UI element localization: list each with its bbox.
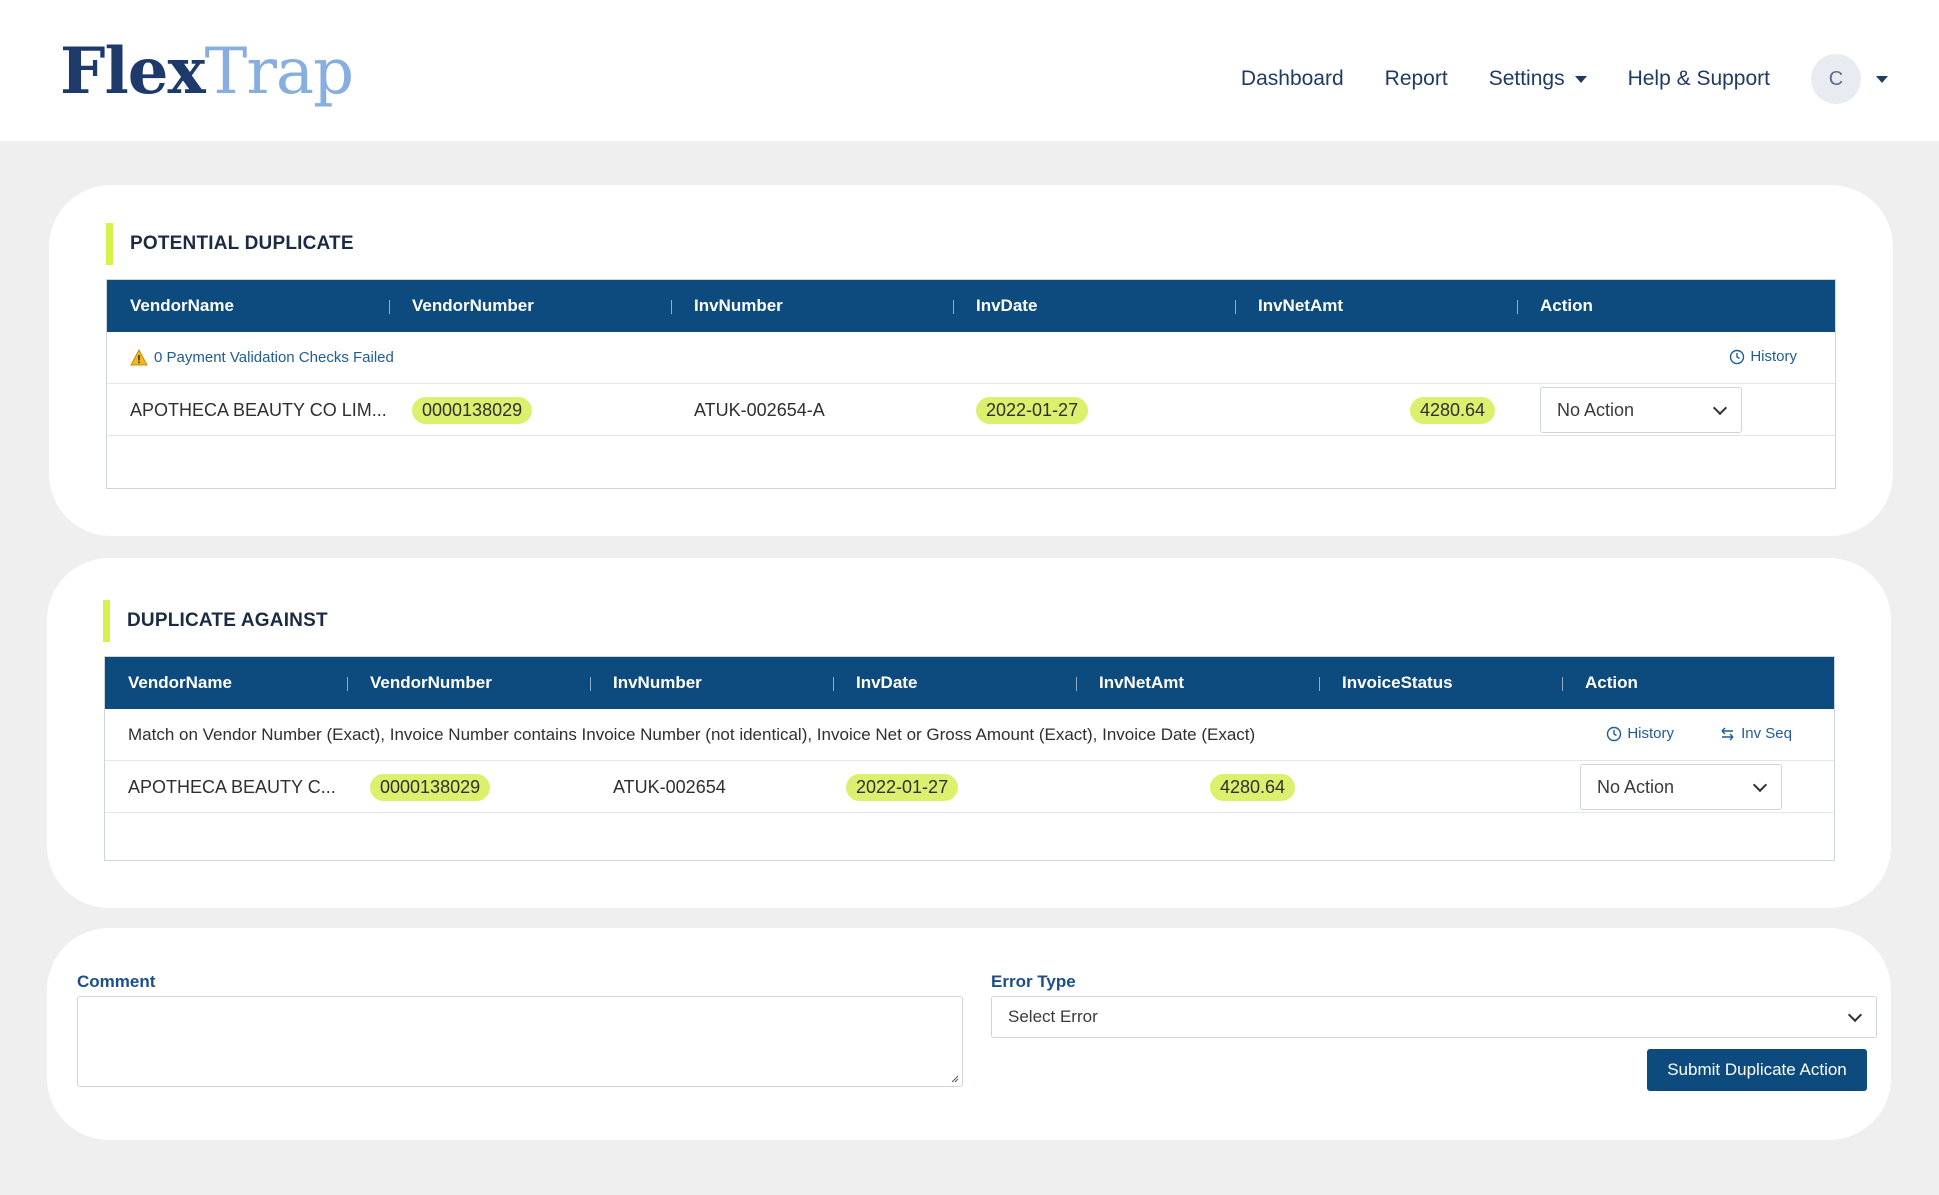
column-header[interactable]: InvoiceStatus bbox=[1319, 657, 1562, 709]
table-header: VendorName VendorNumber InvNumber InvDat… bbox=[107, 280, 1835, 332]
inv-date-cell: 2022-01-27 bbox=[976, 396, 1089, 424]
nav-help-support[interactable]: Help & Support bbox=[1628, 67, 1770, 91]
user-menu-caret-icon[interactable] bbox=[1876, 75, 1888, 83]
inv-seq-label: Inv Seq bbox=[1741, 725, 1792, 742]
inv-date-cell: 2022-01-27 bbox=[846, 773, 959, 801]
vendor-name-cell: APOTHECA BEAUTY C... bbox=[128, 776, 336, 797]
main-nav: Dashboard Report Settings Help & Support… bbox=[1241, 54, 1939, 104]
nav-settings-dropdown[interactable]: Settings bbox=[1489, 67, 1587, 91]
validation-info-row: 0 Payment Validation Checks Failed Histo… bbox=[107, 332, 1835, 384]
nav-report[interactable]: Report bbox=[1385, 67, 1448, 91]
column-header[interactable]: InvDate bbox=[833, 657, 1076, 709]
error-type-label: Error Type bbox=[991, 972, 1076, 991]
history-link[interactable]: History bbox=[1729, 348, 1797, 365]
column-header[interactable]: VendorNumber bbox=[347, 657, 590, 709]
column-header[interactable]: Action bbox=[1562, 657, 1834, 709]
nav-settings-label: Settings bbox=[1488, 67, 1565, 90]
potential-duplicate-table: VendorName VendorNumber InvNumber InvDat… bbox=[106, 279, 1836, 489]
vendor-number-cell: 0000138029 bbox=[370, 773, 491, 801]
comment-form-card: Comment Error Type Select Error Submit D… bbox=[47, 928, 1891, 1140]
duplicate-against-table: VendorName VendorNumber InvNumber InvDat… bbox=[104, 656, 1835, 861]
column-header[interactable]: InvNetAmt bbox=[1235, 280, 1517, 332]
validation-warning-text: 0 Payment Validation Checks Failed bbox=[154, 349, 394, 366]
action-select[interactable]: No Action bbox=[1540, 387, 1742, 433]
history-label: History bbox=[1627, 725, 1674, 742]
action-select[interactable]: No Action bbox=[1580, 764, 1782, 810]
table-header: VendorName VendorNumber InvNumber InvDat… bbox=[105, 657, 1834, 709]
logo-text-flex: Flex bbox=[60, 34, 206, 109]
column-header[interactable]: VendorNumber bbox=[389, 280, 671, 332]
column-header[interactable]: Action bbox=[1517, 280, 1835, 332]
history-label: History bbox=[1750, 348, 1797, 365]
match-criteria-text: Match on Vendor Number (Exact), Invoice … bbox=[128, 724, 1256, 744]
logo-text-trap: Trap bbox=[204, 35, 354, 109]
inv-net-amt-cell: 4280.64 bbox=[1410, 396, 1496, 424]
inv-number-cell: ATUK-002654-A bbox=[694, 399, 825, 420]
error-type-select[interactable]: Select Error bbox=[991, 996, 1877, 1038]
clock-icon bbox=[1730, 349, 1745, 364]
match-info-row: Match on Vendor Number (Exact), Invoice … bbox=[105, 709, 1834, 761]
action-select-value: No Action bbox=[1557, 399, 1635, 420]
history-link[interactable]: History bbox=[1606, 725, 1674, 742]
column-header[interactable]: VendorName bbox=[105, 657, 347, 709]
comment-label: Comment bbox=[77, 972, 156, 991]
flextrap-logo[interactable]: FlexTrap bbox=[60, 32, 354, 112]
clock-icon bbox=[1607, 726, 1622, 741]
table-row: APOTHECA BEAUTY C... 0000138029 ATUK-002… bbox=[105, 761, 1834, 813]
warning-icon bbox=[130, 349, 148, 366]
swap-arrows-icon bbox=[1721, 727, 1734, 740]
inv-number-cell: ATUK-002654 bbox=[613, 776, 726, 797]
resize-grip-icon[interactable] bbox=[949, 1073, 959, 1083]
duplicate-against-card: DUPLICATE AGAINST VendorName VendorNumbe… bbox=[47, 558, 1891, 908]
column-header[interactable]: InvNetAmt bbox=[1076, 657, 1319, 709]
vendor-number-cell: 0000138029 bbox=[412, 396, 533, 424]
vendor-name-cell: APOTHECA BEAUTY CO LIM... bbox=[130, 399, 387, 420]
column-header[interactable]: VendorName bbox=[107, 280, 389, 332]
potential-duplicate-card: POTENTIAL DUPLICATE VendorName VendorNum… bbox=[49, 185, 1893, 536]
column-header[interactable]: InvDate bbox=[953, 280, 1235, 332]
potential-duplicate-title: POTENTIAL DUPLICATE bbox=[106, 223, 354, 265]
user-avatar[interactable]: C bbox=[1811, 54, 1861, 104]
chevron-down-icon bbox=[1712, 400, 1728, 415]
caret-down-icon bbox=[1574, 75, 1587, 83]
table-row: APOTHECA BEAUTY CO LIM... 0000138029 ATU… bbox=[107, 384, 1835, 436]
inv-seq-link[interactable]: Inv Seq bbox=[1719, 725, 1792, 742]
error-type-value: Select Error bbox=[1008, 1007, 1098, 1026]
duplicate-against-title: DUPLICATE AGAINST bbox=[103, 600, 328, 642]
column-header[interactable]: InvNumber bbox=[590, 657, 833, 709]
validation-warning[interactable]: 0 Payment Validation Checks Failed bbox=[107, 349, 394, 366]
comment-textarea[interactable] bbox=[77, 996, 963, 1087]
chevron-down-icon bbox=[1847, 1007, 1863, 1022]
column-header[interactable]: InvNumber bbox=[671, 280, 953, 332]
submit-duplicate-action-button[interactable]: Submit Duplicate Action bbox=[1647, 1049, 1867, 1091]
action-select-value: No Action bbox=[1597, 776, 1675, 797]
nav-dashboard[interactable]: Dashboard bbox=[1241, 67, 1344, 91]
chevron-down-icon bbox=[1752, 777, 1768, 792]
inv-net-amt-cell: 4280.64 bbox=[1210, 773, 1296, 801]
top-navigation-bar: FlexTrap Dashboard Report Settings Help … bbox=[0, 0, 1939, 141]
